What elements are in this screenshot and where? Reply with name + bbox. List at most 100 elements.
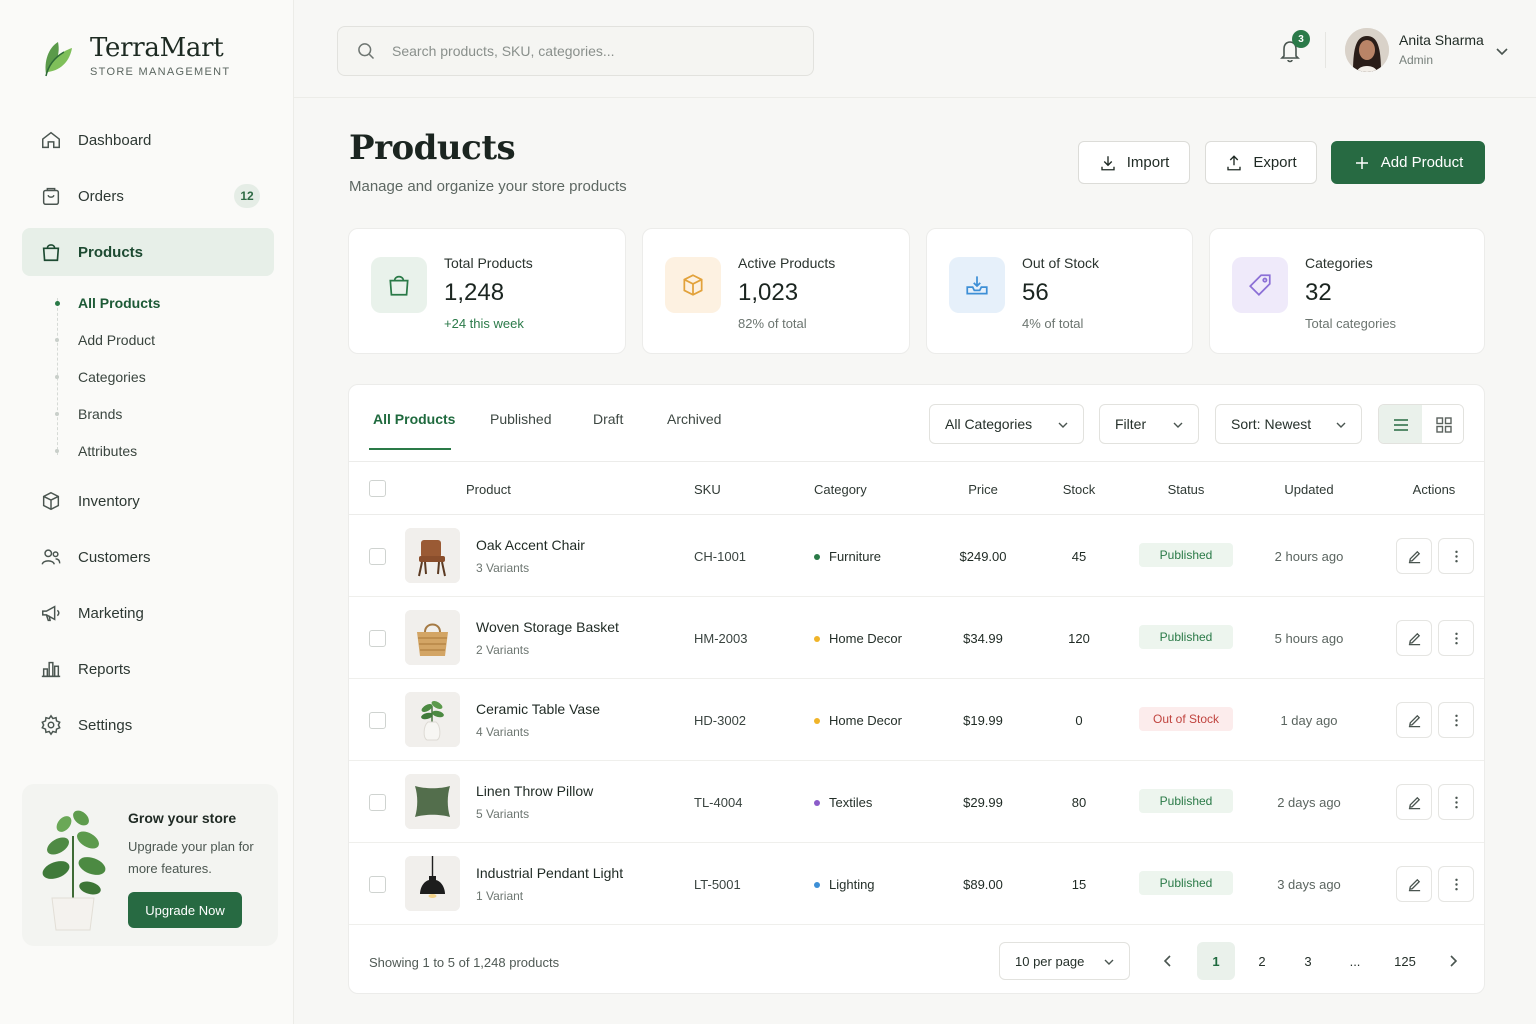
sidebar-item-label: Customers (78, 548, 151, 566)
product-name[interactable]: Linen Throw Pillow (476, 783, 593, 799)
product-variants: 4 Variants (476, 725, 530, 739)
more-actions-button[interactable] (1438, 784, 1474, 820)
column-header-product[interactable]: Product (466, 482, 511, 497)
search-input[interactable] (392, 43, 772, 59)
row-checkbox[interactable] (369, 712, 386, 729)
upgrade-now-button[interactable]: Upgrade Now (128, 892, 242, 928)
stat-label: Categories (1305, 255, 1373, 271)
column-header-category[interactable]: Category (814, 482, 867, 497)
avatar[interactable] (1345, 28, 1389, 72)
more-vertical-icon (1454, 796, 1458, 808)
sidebar-item-marketing[interactable]: Marketing (22, 589, 274, 637)
product-name[interactable]: Industrial Pendant Light (476, 865, 623, 881)
subnav-brands[interactable]: Brands (55, 395, 274, 432)
subnav-attributes[interactable]: Attributes (55, 432, 274, 469)
download-icon (1101, 155, 1115, 170)
per-page-select[interactable]: 10 per page (999, 942, 1130, 980)
subnav-add-product[interactable]: Add Product (55, 321, 274, 358)
row-checkbox[interactable] (369, 548, 386, 565)
more-actions-button[interactable] (1438, 538, 1474, 574)
import-button[interactable]: Import (1078, 141, 1190, 184)
product-name[interactable]: Ceramic Table Vase (476, 701, 600, 717)
page-button-3[interactable]: 3 (1289, 942, 1327, 980)
column-header-sku[interactable]: SKU (694, 482, 721, 497)
upload-icon (1227, 154, 1241, 170)
edit-button[interactable] (1396, 784, 1432, 820)
table-row[interactable]: Linen Throw Pillow 5 Variants TL-4004 Te… (349, 761, 1484, 843)
page-button-2[interactable]: 2 (1243, 942, 1281, 980)
category-select[interactable]: All Categories (929, 404, 1084, 444)
column-header-status[interactable]: Status (1139, 482, 1233, 497)
next-page-button[interactable] (1434, 942, 1472, 980)
tab-all-products[interactable]: All Products (373, 411, 455, 427)
page-button-1[interactable]: 1 (1197, 942, 1235, 980)
table-row[interactable]: Industrial Pendant Light 1 Variant LT-50… (349, 843, 1484, 925)
sidebar-item-reports[interactable]: Reports (22, 645, 274, 693)
edit-button[interactable] (1396, 620, 1432, 656)
row-checkbox[interactable] (369, 630, 386, 647)
product-variants: 1 Variant (476, 889, 524, 903)
sidebar-item-inventory[interactable]: Inventory (22, 477, 274, 525)
plus-icon (1355, 156, 1368, 169)
product-name[interactable]: Oak Accent Chair (476, 537, 585, 553)
more-actions-button[interactable] (1438, 866, 1474, 902)
empty-box-icon (949, 257, 1005, 313)
logo[interactable]: TerraMart STORE MANAGEMENT (38, 34, 230, 78)
sort-select[interactable]: Sort: Newest (1215, 404, 1362, 444)
product-sku: TL-4004 (694, 795, 743, 810)
search-box[interactable] (337, 26, 814, 76)
edit-button[interactable] (1396, 866, 1432, 902)
add-product-button[interactable]: Add Product (1331, 141, 1485, 184)
stat-label: Out of Stock (1022, 255, 1100, 271)
product-stock: 120 (1068, 631, 1090, 646)
product-sku: LT-5001 (694, 877, 741, 892)
row-checkbox[interactable] (369, 794, 386, 811)
more-actions-button[interactable] (1438, 620, 1474, 656)
grid-view-button[interactable] (1422, 405, 1463, 443)
edit-button[interactable] (1396, 538, 1432, 574)
box-icon (40, 490, 62, 512)
tab-published[interactable]: Published (490, 411, 552, 427)
chevron-right-icon (1450, 955, 1458, 967)
sidebar-item-settings[interactable]: Settings (22, 701, 274, 749)
list-view-button[interactable] (1379, 405, 1422, 443)
product-name[interactable]: Woven Storage Basket (476, 619, 619, 635)
column-header-stock[interactable]: Stock (1039, 482, 1119, 497)
more-vertical-icon (1454, 632, 1458, 644)
chevron-down-icon[interactable] (1495, 44, 1509, 58)
product-category: Home Decor (814, 713, 902, 728)
table-row[interactable]: Woven Storage Basket 2 Variants HM-2003 … (349, 597, 1484, 679)
export-button[interactable]: Export (1205, 141, 1317, 184)
export-label: Export (1253, 154, 1297, 171)
product-updated: 5 hours ago (1274, 631, 1344, 646)
column-header-price[interactable]: Price (933, 482, 1033, 497)
product-updated: 1 day ago (1280, 713, 1338, 728)
user-name: Anita Sharma (1399, 32, 1484, 48)
table-row[interactable]: Oak Accent Chair 3 Variants CH-1001 Furn… (349, 515, 1484, 597)
product-stock: 80 (1071, 795, 1087, 810)
tab-draft[interactable]: Draft (593, 411, 623, 427)
table-row[interactable]: Ceramic Table Vase 4 Variants HD-3002 Ho… (349, 679, 1484, 761)
brand-subtitle: STORE MANAGEMENT (90, 66, 231, 78)
prev-page-button[interactable] (1149, 942, 1187, 980)
product-stock: 15 (1071, 877, 1087, 892)
sidebar-item-products[interactable]: Products (22, 228, 274, 276)
subnav-categories[interactable]: Categories (55, 358, 274, 395)
status-badge: Published (1139, 625, 1233, 649)
select-all-checkbox[interactable] (369, 480, 386, 497)
filter-select[interactable]: Filter (1099, 404, 1199, 444)
sidebar-item-customers[interactable]: Customers (22, 533, 274, 581)
sidebar-item-dashboard[interactable]: Dashboard (22, 116, 274, 164)
sidebar-item-label: Inventory (78, 492, 140, 510)
edit-button[interactable] (1396, 702, 1432, 738)
stat-note: 4% of total (1022, 316, 1084, 331)
column-header-updated[interactable]: Updated (1249, 482, 1369, 497)
subnav-all-products[interactable]: All Products (54, 284, 274, 321)
product-stock: 0 (1075, 713, 1083, 728)
tab-archived[interactable]: Archived (667, 411, 721, 427)
tag-icon (1232, 257, 1288, 313)
row-checkbox[interactable] (369, 876, 386, 893)
sidebar-item-orders[interactable]: Orders 12 (22, 172, 274, 220)
page-button-last[interactable]: 125 (1386, 942, 1424, 980)
more-actions-button[interactable] (1438, 702, 1474, 738)
